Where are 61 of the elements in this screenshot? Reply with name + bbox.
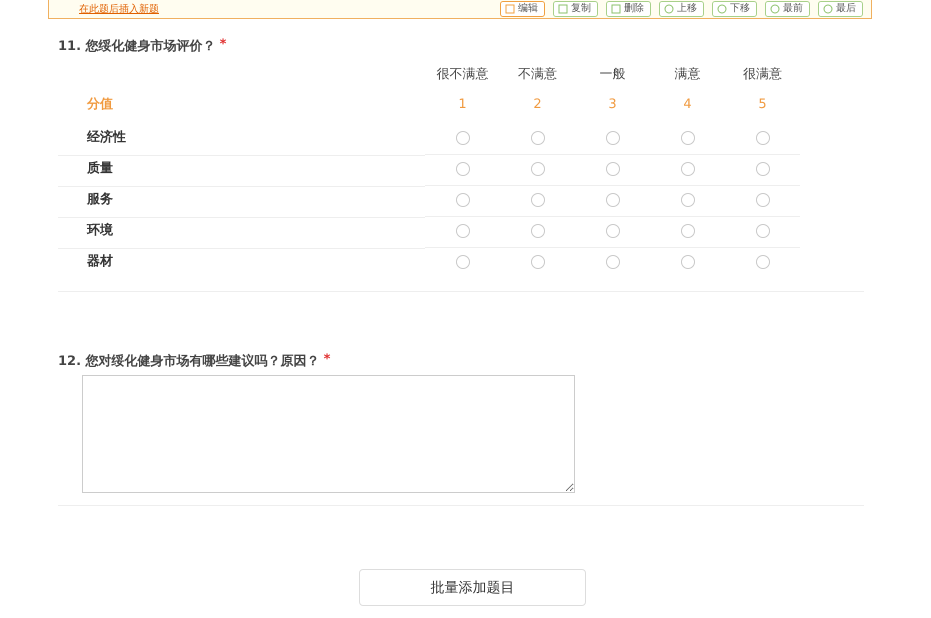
column-header: 很满意 (742, 66, 783, 84)
circle-icon (717, 4, 727, 14)
row-label: 服务 (58, 187, 425, 218)
score-value: 1 (457, 96, 468, 114)
radio-button[interactable] (530, 131, 544, 145)
toolbar-button[interactable]: 上移 (659, 1, 704, 17)
row-label: 器材 (86, 253, 114, 271)
radio-button[interactable] (456, 162, 470, 176)
column-header: 满意 (674, 66, 702, 84)
radio-button[interactable] (456, 255, 470, 269)
radio-button[interactable] (756, 193, 770, 207)
circle-icon (823, 4, 833, 14)
question-title: 11. 您绥化健身市场评价？ (58, 38, 216, 55)
column-header: 一般 (598, 66, 626, 84)
radio-button[interactable] (530, 224, 544, 238)
radio-button[interactable] (756, 255, 770, 269)
toolbar-button[interactable]: 删除 (606, 1, 651, 17)
column-header: 很不满意 (436, 66, 490, 84)
circle-icon (770, 4, 780, 14)
batch-add-button[interactable]: 批量添加题目 (359, 569, 586, 606)
radio-button[interactable] (680, 162, 694, 176)
radio-button[interactable] (756, 162, 770, 176)
toolbar-button[interactable]: 编辑 (500, 1, 545, 17)
radio-button[interactable] (606, 224, 620, 238)
insert-question-link[interactable]: 在此题后插入新题 (79, 2, 159, 16)
radio-button[interactable] (530, 162, 544, 176)
toolbar-button[interactable]: 复制 (553, 1, 598, 17)
row-label: 质量 (58, 156, 425, 187)
radio-button[interactable] (456, 224, 470, 238)
row-label: 环境 (58, 218, 425, 249)
radio-button[interactable] (606, 131, 620, 145)
score-value: 2 (532, 96, 543, 114)
radio-button[interactable] (680, 193, 694, 207)
score-value: 5 (757, 96, 768, 114)
circle-icon (664, 4, 674, 14)
square-icon (505, 4, 515, 14)
score-value: 4 (682, 96, 693, 114)
square-icon (611, 4, 621, 14)
question-title: 12. 您对绥化健身市场有哪些建议吗？原因？ (58, 352, 320, 370)
score-label: 分值 (86, 96, 114, 114)
toolbar-button[interactable]: 最后 (818, 1, 863, 17)
toolbar-button[interactable]: 最前 (765, 1, 810, 17)
radio-button[interactable] (680, 224, 694, 238)
radio-button[interactable] (606, 162, 620, 176)
radio-button[interactable] (680, 255, 694, 269)
column-header: 不满意 (517, 66, 558, 84)
radio-button[interactable] (680, 131, 694, 145)
score-value: 3 (607, 96, 618, 114)
row-label: 经济性 (58, 125, 425, 156)
radio-button[interactable] (606, 255, 620, 269)
toolbar-button[interactable]: 下移 (712, 1, 757, 17)
radio-button[interactable] (456, 193, 470, 207)
radio-button[interactable] (606, 193, 620, 207)
answer-box[interactable] (82, 375, 575, 493)
radio-button[interactable] (530, 193, 544, 207)
radio-button[interactable] (756, 224, 770, 238)
radio-button[interactable] (456, 131, 470, 145)
required-mark: * (220, 37, 226, 54)
radio-button[interactable] (530, 255, 544, 269)
required-mark: * (324, 352, 330, 369)
radio-button[interactable] (756, 131, 770, 145)
